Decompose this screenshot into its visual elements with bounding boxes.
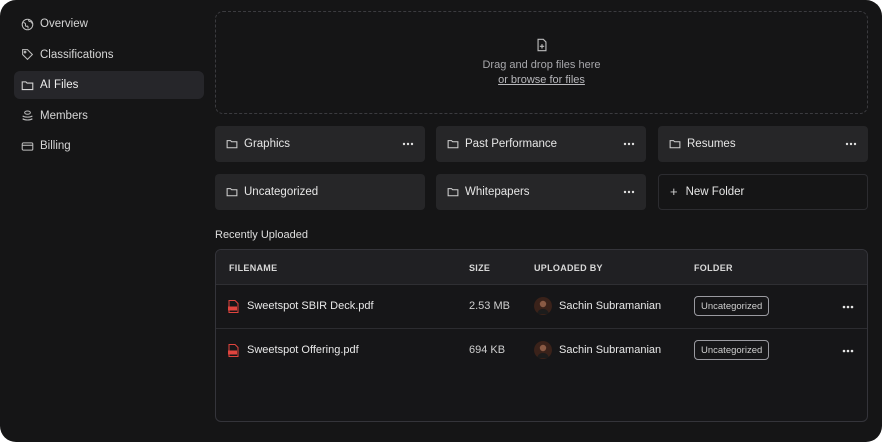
folder-whitepapers[interactable]: Whitepapers — [436, 174, 646, 210]
sidebar-item-label: AI Files — [40, 79, 79, 91]
tag-icon — [21, 48, 34, 61]
browse-files-link[interactable]: or browse for files — [498, 73, 585, 88]
sidebar-item-label: Members — [40, 109, 88, 122]
more-options-icon[interactable] — [622, 137, 636, 151]
folder-resumes[interactable]: Resumes — [658, 126, 868, 162]
file-dropzone[interactable]: Drag and drop files here or browse for f… — [215, 11, 868, 114]
avatar — [534, 341, 552, 359]
pdf-file-icon — [228, 300, 239, 313]
column-header-filename[interactable]: FILENAME — [229, 263, 277, 273]
folder-icon — [447, 138, 459, 150]
folder-label: Past Performance — [465, 138, 558, 150]
new-folder-button[interactable]: + New Folder — [658, 174, 868, 210]
folder-label: Resumes — [687, 138, 736, 150]
sidebar-item-label: Classifications — [40, 48, 114, 61]
file-plus-icon — [535, 38, 549, 52]
more-options-icon[interactable] — [844, 137, 858, 151]
folder-icon — [226, 186, 238, 198]
more-options-icon[interactable] — [401, 137, 415, 151]
folder-label: Uncategorized — [244, 186, 319, 198]
table-header: FILENAME SIZE UPLOADED BY FOLDER — [216, 250, 867, 285]
folder-graphics[interactable]: Graphics — [215, 126, 425, 162]
more-options-icon[interactable] — [841, 344, 855, 358]
recent-files-table: FILENAME SIZE UPLOADED BY FOLDER Sweetsp… — [215, 249, 868, 422]
column-header-size[interactable]: SIZE — [469, 263, 490, 273]
credit-card-icon — [21, 140, 34, 153]
file-name[interactable]: Sweetspot SBIR Deck.pdf — [247, 300, 374, 312]
folder-icon — [447, 186, 459, 198]
more-options-icon[interactable] — [841, 300, 855, 314]
folder-past-performance[interactable]: Past Performance — [436, 126, 646, 162]
sidebar-item-members[interactable]: Members — [14, 102, 204, 130]
recently-uploaded-title: Recently Uploaded — [215, 229, 308, 241]
folder-icon — [669, 138, 681, 150]
pdf-file-icon — [228, 344, 239, 357]
plus-icon: + — [670, 184, 678, 199]
sidebar-item-label: Billing — [40, 140, 71, 152]
sidebar-item-label: Overview — [40, 18, 88, 30]
sidebar-item-ai-files[interactable]: AI Files — [14, 71, 204, 99]
folder-icon — [226, 138, 238, 150]
app-window: Overview Classifications AI Files Member… — [0, 0, 882, 442]
folder-badge[interactable]: Uncategorized — [694, 296, 770, 316]
file-size: 2.53 MB — [469, 300, 510, 312]
file-size: 694 KB — [469, 344, 506, 356]
uploader-name: Sachin Subramanian — [559, 344, 662, 356]
column-header-uploaded-by[interactable]: UPLOADED BY — [534, 263, 603, 273]
table-row[interactable]: Sweetspot SBIR Deck.pdf 2.53 MB Sachin S… — [216, 285, 867, 329]
folder-badge[interactable]: Uncategorized — [694, 340, 770, 360]
avatar — [534, 297, 552, 315]
folder-label: Whitepapers — [465, 186, 530, 198]
dropzone-text: Drag and drop files here — [482, 58, 601, 71]
globe-icon — [21, 18, 34, 31]
new-folder-label: New Folder — [685, 186, 745, 198]
sidebar-item-classifications[interactable]: Classifications — [14, 41, 204, 69]
more-options-icon[interactable] — [622, 185, 636, 199]
table-row[interactable]: Sweetspot Offering.pdf 694 KB Sachin Sub… — [216, 329, 867, 373]
sidebar: Overview Classifications AI Files Member… — [14, 10, 204, 163]
sidebar-item-overview[interactable]: Overview — [14, 10, 204, 38]
uploader-name: Sachin Subramanian — [559, 300, 662, 312]
folder-uncategorized[interactable]: Uncategorized — [215, 174, 425, 210]
sidebar-item-billing[interactable]: Billing — [14, 132, 204, 160]
folder-label: Graphics — [244, 138, 291, 150]
folder-icon — [21, 79, 34, 92]
file-name[interactable]: Sweetspot Offering.pdf — [247, 344, 359, 356]
users-icon — [21, 109, 34, 122]
column-header-folder[interactable]: FOLDER — [694, 263, 733, 273]
